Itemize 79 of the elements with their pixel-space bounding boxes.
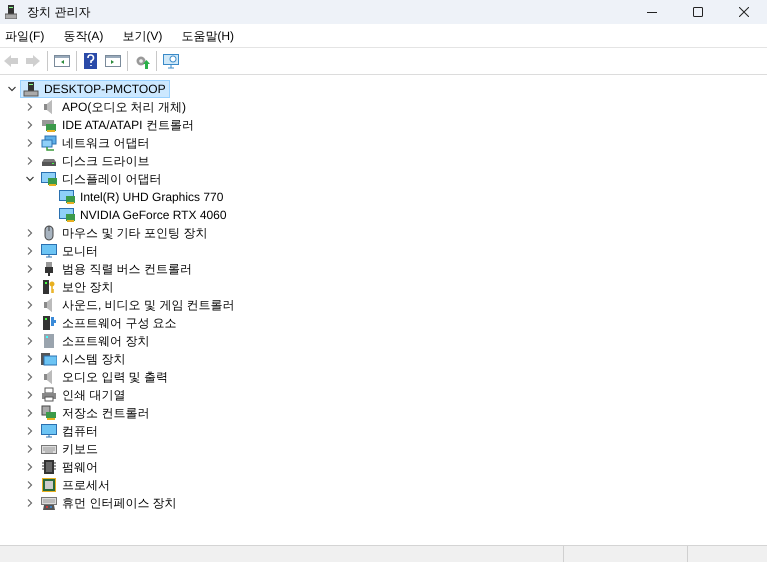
- tree-item[interactable]: 오디오 입력 및 출력: [38, 368, 172, 386]
- expand-toggle[interactable]: [25, 336, 35, 346]
- expand-toggle[interactable]: [25, 282, 35, 292]
- expand-toggle[interactable]: [25, 426, 35, 436]
- tree-item[interactable]: 컴퓨터: [38, 422, 102, 440]
- expand-toggle[interactable]: [25, 354, 35, 364]
- tree-item[interactable]: 휴먼 인터페이스 장치: [38, 494, 181, 512]
- storage-controller-icon: [41, 405, 57, 421]
- expand-toggle[interactable]: [25, 120, 35, 130]
- computer-tower-icon: [23, 81, 39, 97]
- monitor-icon: [41, 243, 57, 259]
- tree-item[interactable]: APO(오디오 처리 개체): [38, 98, 190, 116]
- monitor-icon: [41, 423, 57, 439]
- processor-icon: [41, 477, 57, 493]
- computer-tower-icon: [5, 5, 17, 19]
- right-arrow-icon: [25, 53, 41, 69]
- expand-toggle[interactable]: [25, 390, 35, 400]
- printer-icon: [41, 387, 57, 403]
- expand-toggle[interactable]: [25, 480, 35, 490]
- monitor-search-icon: [163, 53, 179, 69]
- menu-item[interactable]: 도움말(H): [176, 26, 239, 44]
- expand-toggle[interactable]: [25, 228, 35, 238]
- expand-toggle[interactable]: [25, 462, 35, 472]
- expand-toggle[interactable]: [25, 444, 35, 454]
- tree-item[interactable]: 사운드, 비디오 및 게임 컨트롤러: [38, 296, 239, 314]
- tree-item[interactable]: IDE ATA/ATAPI 컨트롤러: [38, 116, 198, 134]
- expand-toggle[interactable]: [7, 84, 17, 94]
- window-pane-icon: [54, 53, 70, 69]
- network-computers-icon: [41, 135, 57, 151]
- tree-item[interactable]: 디스크 드라이브: [38, 152, 154, 170]
- menu-item[interactable]: 보기(V): [117, 26, 168, 44]
- chip-icon: [41, 459, 57, 475]
- tree-item[interactable]: Intel(R) UHD Graphics 770: [56, 188, 228, 206]
- display-adapter-icon: [59, 189, 75, 205]
- tree-item[interactable]: 프로세서: [38, 476, 114, 494]
- expand-toggle[interactable]: [25, 408, 35, 418]
- system-folder-icon: [41, 351, 57, 367]
- tree-item[interactable]: 모니터: [38, 242, 102, 260]
- menu-item[interactable]: 파일(F): [0, 26, 50, 44]
- expand-toggle[interactable]: [25, 174, 35, 184]
- software-component-icon: [41, 315, 57, 331]
- menu-item[interactable]: 동작(A): [58, 26, 108, 44]
- circuit-card-icon: [41, 117, 57, 133]
- expand-toggle[interactable]: [25, 318, 35, 328]
- tree-item[interactable]: 저장소 컨트롤러: [38, 404, 154, 422]
- tree-item[interactable]: 시스템 장치: [38, 350, 130, 368]
- expand-toggle[interactable]: [25, 300, 35, 310]
- expand-toggle[interactable]: [25, 138, 35, 148]
- tree-item[interactable]: 소프트웨어 장치: [38, 332, 154, 350]
- tree-item[interactable]: 범용 직렬 버스 컨트롤러: [38, 260, 196, 278]
- display-adapter-icon: [59, 207, 75, 223]
- expand-toggle[interactable]: [25, 246, 35, 256]
- tree-item[interactable]: 마우스 및 기타 포인팅 장치: [38, 224, 212, 242]
- security-device-key-icon: [41, 279, 57, 295]
- tree-item[interactable]: 펌웨어: [38, 458, 102, 476]
- tree-item[interactable]: DESKTOP-PMCTOOP: [20, 80, 170, 98]
- expand-toggle[interactable]: [25, 264, 35, 274]
- maximize-icon: [693, 7, 703, 17]
- chevron-down-icon: [25, 174, 35, 184]
- close-icon: [739, 7, 749, 17]
- tree-item[interactable]: 디스플레이 어댑터: [38, 170, 166, 188]
- tree-item[interactable]: 네트워크 어댑터: [38, 134, 154, 152]
- software-device-icon: [41, 333, 57, 349]
- expand-toggle[interactable]: [25, 102, 35, 112]
- expand-toggle[interactable]: [25, 156, 35, 166]
- tree-item[interactable]: NVIDIA GeForce RTX 4060: [56, 206, 231, 224]
- chevron-down-icon: [7, 84, 17, 94]
- expand-toggle[interactable]: [25, 498, 35, 508]
- window-pane-icon: [105, 53, 121, 69]
- display-adapter-icon: [41, 171, 57, 187]
- tree-item[interactable]: 보안 장치: [38, 278, 118, 296]
- tree-item[interactable]: 인쇄 대기열: [38, 386, 130, 404]
- window-title: 장치 관리자: [27, 4, 90, 21]
- tree-item[interactable]: 키보드: [38, 440, 102, 458]
- left-arrow-icon: [3, 53, 19, 69]
- expand-toggle[interactable]: [25, 372, 35, 382]
- keyboard-controller-icon: [41, 495, 57, 511]
- help-icon: [83, 53, 99, 69]
- tree-item[interactable]: 소프트웨어 구성 요소: [38, 314, 181, 332]
